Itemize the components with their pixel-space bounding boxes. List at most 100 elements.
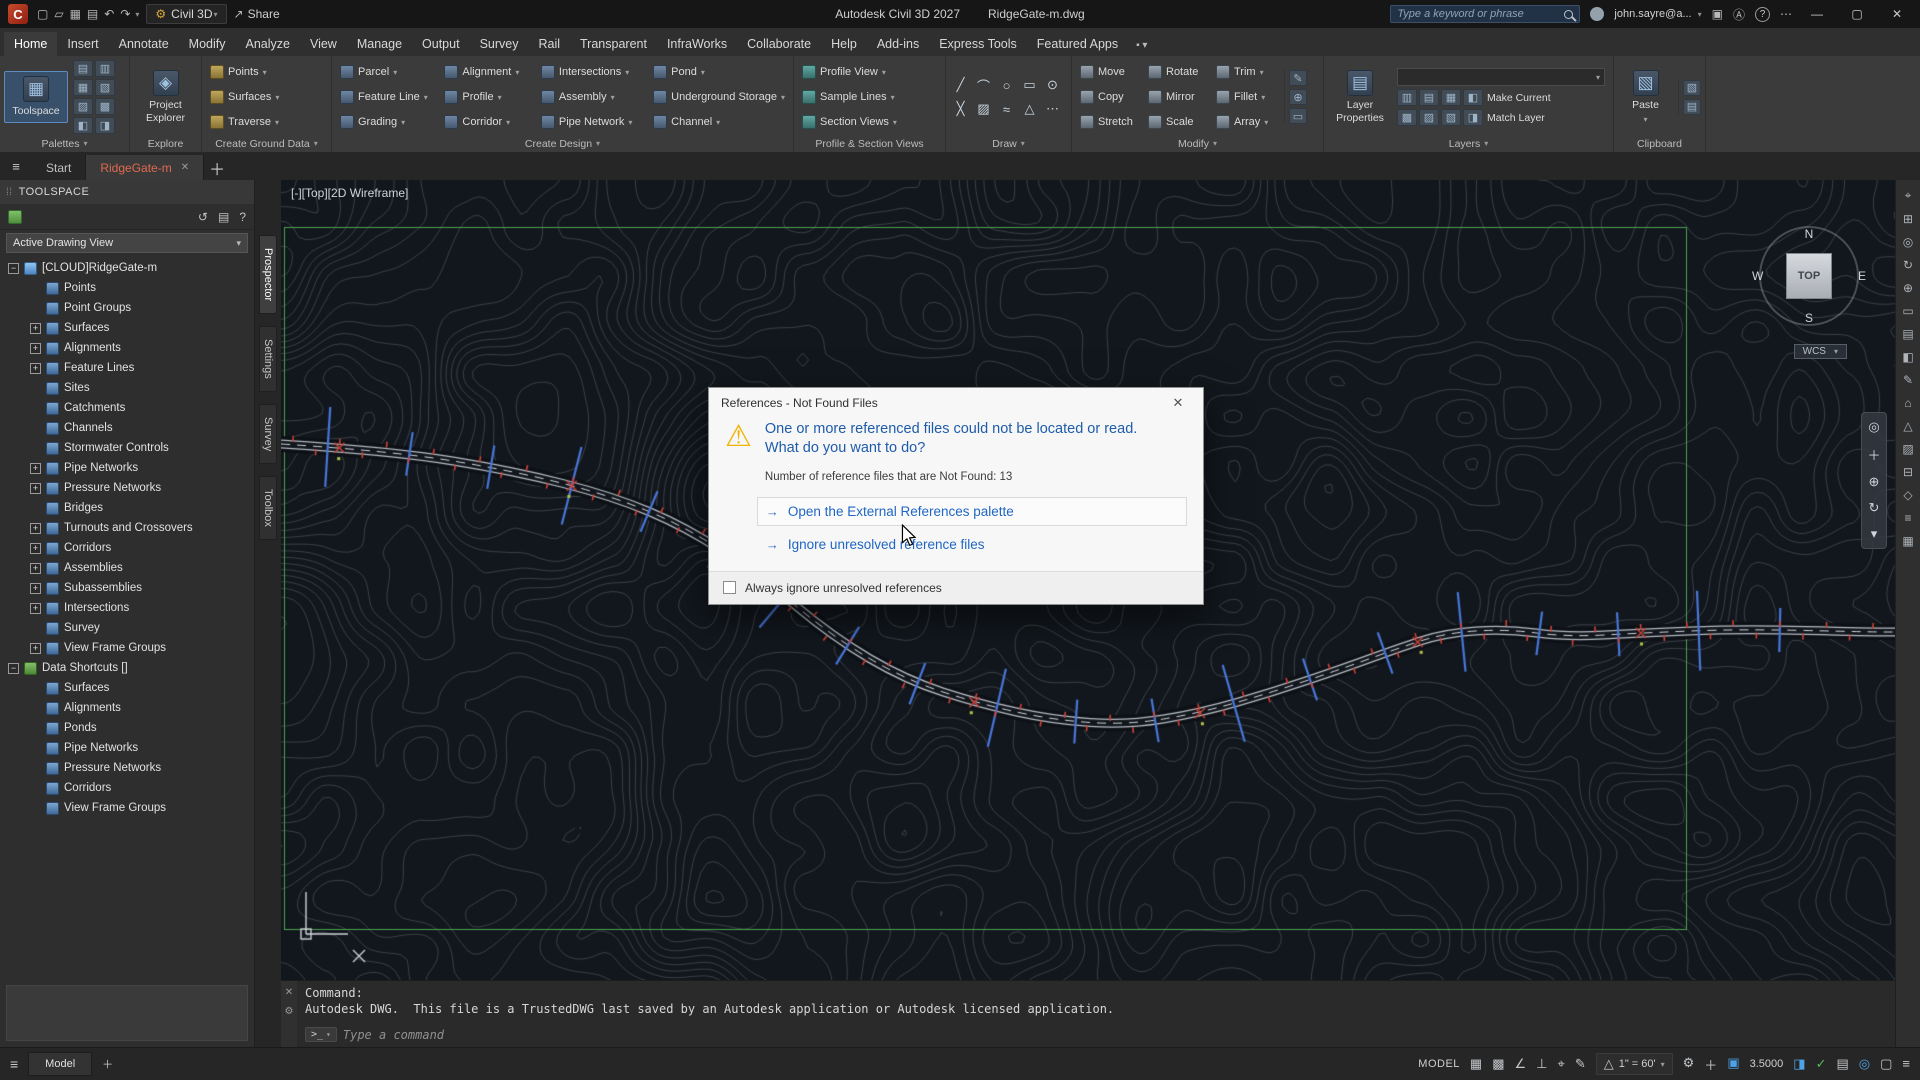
tree-item[interactable]: Surfaces bbox=[0, 678, 254, 698]
measure-icon[interactable]: ◇ bbox=[1903, 488, 1912, 502]
maximize-button[interactable]: ▢ bbox=[1842, 7, 1872, 21]
tree-expand-toggle[interactable] bbox=[30, 503, 41, 514]
palette-toggle-icon[interactable]: ◧ bbox=[73, 117, 93, 134]
tree-item[interactable]: + Surfaces bbox=[0, 318, 254, 338]
ignore-unresolved-references-command[interactable]: → Ignore unresolved reference files bbox=[757, 530, 1187, 559]
close-tab-icon[interactable]: ✕ bbox=[181, 162, 189, 173]
navbar-more-icon[interactable]: ▾ bbox=[1871, 526, 1878, 542]
ribbon-button[interactable]: Underground Storage ▾ bbox=[649, 85, 789, 109]
ribbon-button[interactable]: Corridor ▾ bbox=[440, 110, 535, 134]
new-icon[interactable]: ▢ bbox=[35, 7, 50, 21]
wheel-icon[interactable]: ◎ bbox=[1903, 235, 1913, 249]
properties-icon[interactable]: ◧ bbox=[1902, 350, 1913, 364]
file-tab-document[interactable]: RidgeGate-m ✕ bbox=[86, 155, 204, 180]
tree-expand-toggle[interactable]: + bbox=[30, 643, 41, 654]
layer-tool-icon[interactable]: ▧ bbox=[1441, 109, 1461, 126]
layer-tool-icon[interactable]: ▦ bbox=[1441, 89, 1461, 106]
annotation-scale-selector[interactable]: △ 1" = 60' ▾ bbox=[1596, 1053, 1673, 1075]
palette-toggle-icon[interactable]: ▨ bbox=[73, 98, 93, 115]
tree-item[interactable]: Points bbox=[0, 278, 254, 298]
tree-expand-toggle[interactable]: − bbox=[8, 663, 19, 674]
tab-featured-apps[interactable]: Featured Apps bbox=[1027, 32, 1128, 56]
hatch-tool-icon[interactable]: ▨ bbox=[1902, 442, 1913, 456]
palette-tab-settings[interactable]: Settings bbox=[259, 326, 277, 392]
tree-expand-toggle[interactable] bbox=[30, 383, 41, 394]
palette-toggle-icon[interactable]: ▤ bbox=[73, 60, 93, 77]
qat-undo-caret-icon[interactable]: ▾ bbox=[135, 10, 139, 19]
help-icon[interactable]: ? bbox=[239, 210, 246, 224]
tree-expand-toggle[interactable]: + bbox=[30, 543, 41, 554]
tab-express-tools[interactable]: Express Tools bbox=[929, 32, 1027, 56]
tree-expand-toggle[interactable] bbox=[30, 303, 41, 314]
ribbon-button[interactable]: Profile ▾ bbox=[440, 85, 535, 109]
ribbon-display-toggle-icon[interactable]: ▪ ▾ bbox=[1128, 35, 1155, 56]
palette-toggle-icon[interactable]: ▧ bbox=[95, 79, 115, 96]
ribbon-button[interactable]: Move bbox=[1076, 60, 1142, 84]
tree-item[interactable]: + Alignments bbox=[0, 338, 254, 358]
tree-item[interactable]: + Subassemblies bbox=[0, 578, 254, 598]
tab-manage[interactable]: Manage bbox=[347, 32, 412, 56]
tree-expand-toggle[interactable] bbox=[30, 423, 41, 434]
tree-item[interactable]: Point Groups bbox=[0, 298, 254, 318]
tab-infraworks[interactable]: InfraWorks bbox=[657, 32, 737, 56]
dialog-title-bar[interactable]: References - Not Found Files ✕ bbox=[709, 388, 1203, 418]
layer-tool-icon[interactable]: ◨ bbox=[1463, 109, 1483, 126]
point-icon[interactable]: ╳ bbox=[950, 98, 971, 120]
palette-toggle-icon[interactable]: ◨ bbox=[95, 117, 115, 134]
always-ignore-checkbox[interactable] bbox=[723, 581, 736, 594]
ribbon-button[interactable]: Copy bbox=[1076, 85, 1142, 109]
view-selector[interactable]: Active Drawing View ▾ bbox=[6, 233, 248, 253]
layer-tool-icon[interactable]: ◧ bbox=[1463, 89, 1483, 106]
tree-item[interactable]: + Assemblies bbox=[0, 558, 254, 578]
close-button[interactable]: ✕ bbox=[1882, 7, 1912, 21]
toolspace-header[interactable]: ⁞⁞ TOOLSPACE bbox=[0, 180, 254, 204]
app-store-icon[interactable]: ▣ bbox=[1712, 7, 1723, 21]
toolspace-button[interactable]: ▦ Toolspace bbox=[4, 71, 68, 122]
tab-analyze[interactable]: Analyze bbox=[235, 32, 299, 56]
ribbon-button[interactable]: Section Views ▾ bbox=[798, 110, 901, 134]
plot-icon[interactable]: ▤ bbox=[85, 7, 100, 21]
tab-view[interactable]: View bbox=[300, 32, 347, 56]
tree-item[interactable]: Survey bbox=[0, 618, 254, 638]
tree-item[interactable]: Bridges bbox=[0, 498, 254, 518]
overflow-menu-icon[interactable]: ⋯ bbox=[1780, 7, 1792, 21]
layer-tool-icon[interactable]: ▥ bbox=[1397, 89, 1417, 106]
viewcube-east[interactable]: E bbox=[1858, 269, 1866, 283]
tab-home[interactable]: Home bbox=[4, 32, 57, 56]
panel-title-create-design[interactable]: Create Design▾ bbox=[332, 135, 793, 152]
tab-modify[interactable]: Modify bbox=[179, 32, 236, 56]
autodesk-assistant-icon[interactable]: Ⓐ bbox=[1733, 6, 1745, 23]
polygon-icon[interactable]: △ bbox=[1019, 98, 1040, 120]
object-snap-icon[interactable]: ⌖ bbox=[1557, 1056, 1564, 1072]
project-explorer-button[interactable]: ◈ Project Explorer bbox=[134, 65, 197, 128]
panel-title-palettes[interactable]: Palettes▾ bbox=[0, 135, 129, 152]
ribbon-button[interactable]: Grading ▾ bbox=[336, 110, 438, 134]
search-input[interactable] bbox=[1397, 8, 1559, 20]
isolate-objects-icon[interactable]: ◨ bbox=[1793, 1056, 1805, 1072]
account-name[interactable]: john.sayre@a... bbox=[1614, 8, 1691, 20]
infocenter-search[interactable] bbox=[1390, 5, 1580, 23]
ribbon-button[interactable]: Stretch bbox=[1076, 110, 1142, 134]
tree-item[interactable]: Pressure Networks bbox=[0, 758, 254, 778]
elevation-value[interactable]: 3.5000 bbox=[1750, 1058, 1784, 1070]
tree-expand-toggle[interactable]: − bbox=[8, 263, 19, 274]
ribbon-button[interactable]: Traverse ▾ bbox=[206, 110, 283, 134]
paste-button[interactable]: ▧ Paste ▾ bbox=[1618, 65, 1673, 128]
tree-item[interactable]: Alignments bbox=[0, 698, 254, 718]
ribbon-button[interactable]: Parcel ▾ bbox=[336, 60, 438, 84]
rectangle-icon[interactable]: ▭ bbox=[1019, 74, 1040, 96]
ribbon-button[interactable]: Feature Line ▾ bbox=[336, 85, 438, 109]
trusted-dwg-icon[interactable]: ✓ bbox=[1816, 1056, 1827, 1072]
tree-expand-toggle[interactable] bbox=[30, 403, 41, 414]
markup-icon[interactable]: ✎ bbox=[1903, 373, 1913, 387]
tree-expand-toggle[interactable] bbox=[30, 783, 41, 794]
pointer-tool-icon[interactable]: ⌖ bbox=[1905, 188, 1912, 203]
command-prompt-icon[interactable]: >_ ▾ bbox=[305, 1027, 337, 1042]
pan-icon[interactable]: ＋ bbox=[1867, 445, 1880, 464]
make-current-button[interactable]: Make Current bbox=[1487, 92, 1551, 104]
tree-item[interactable]: Corridors bbox=[0, 778, 254, 798]
new-drawing-tab-button[interactable]: ＋ bbox=[204, 155, 230, 180]
graphics-performance-icon[interactable]: ◎ bbox=[1859, 1056, 1870, 1072]
minimize-button[interactable]: — bbox=[1802, 7, 1832, 21]
file-tab-start[interactable]: Start bbox=[32, 155, 86, 180]
